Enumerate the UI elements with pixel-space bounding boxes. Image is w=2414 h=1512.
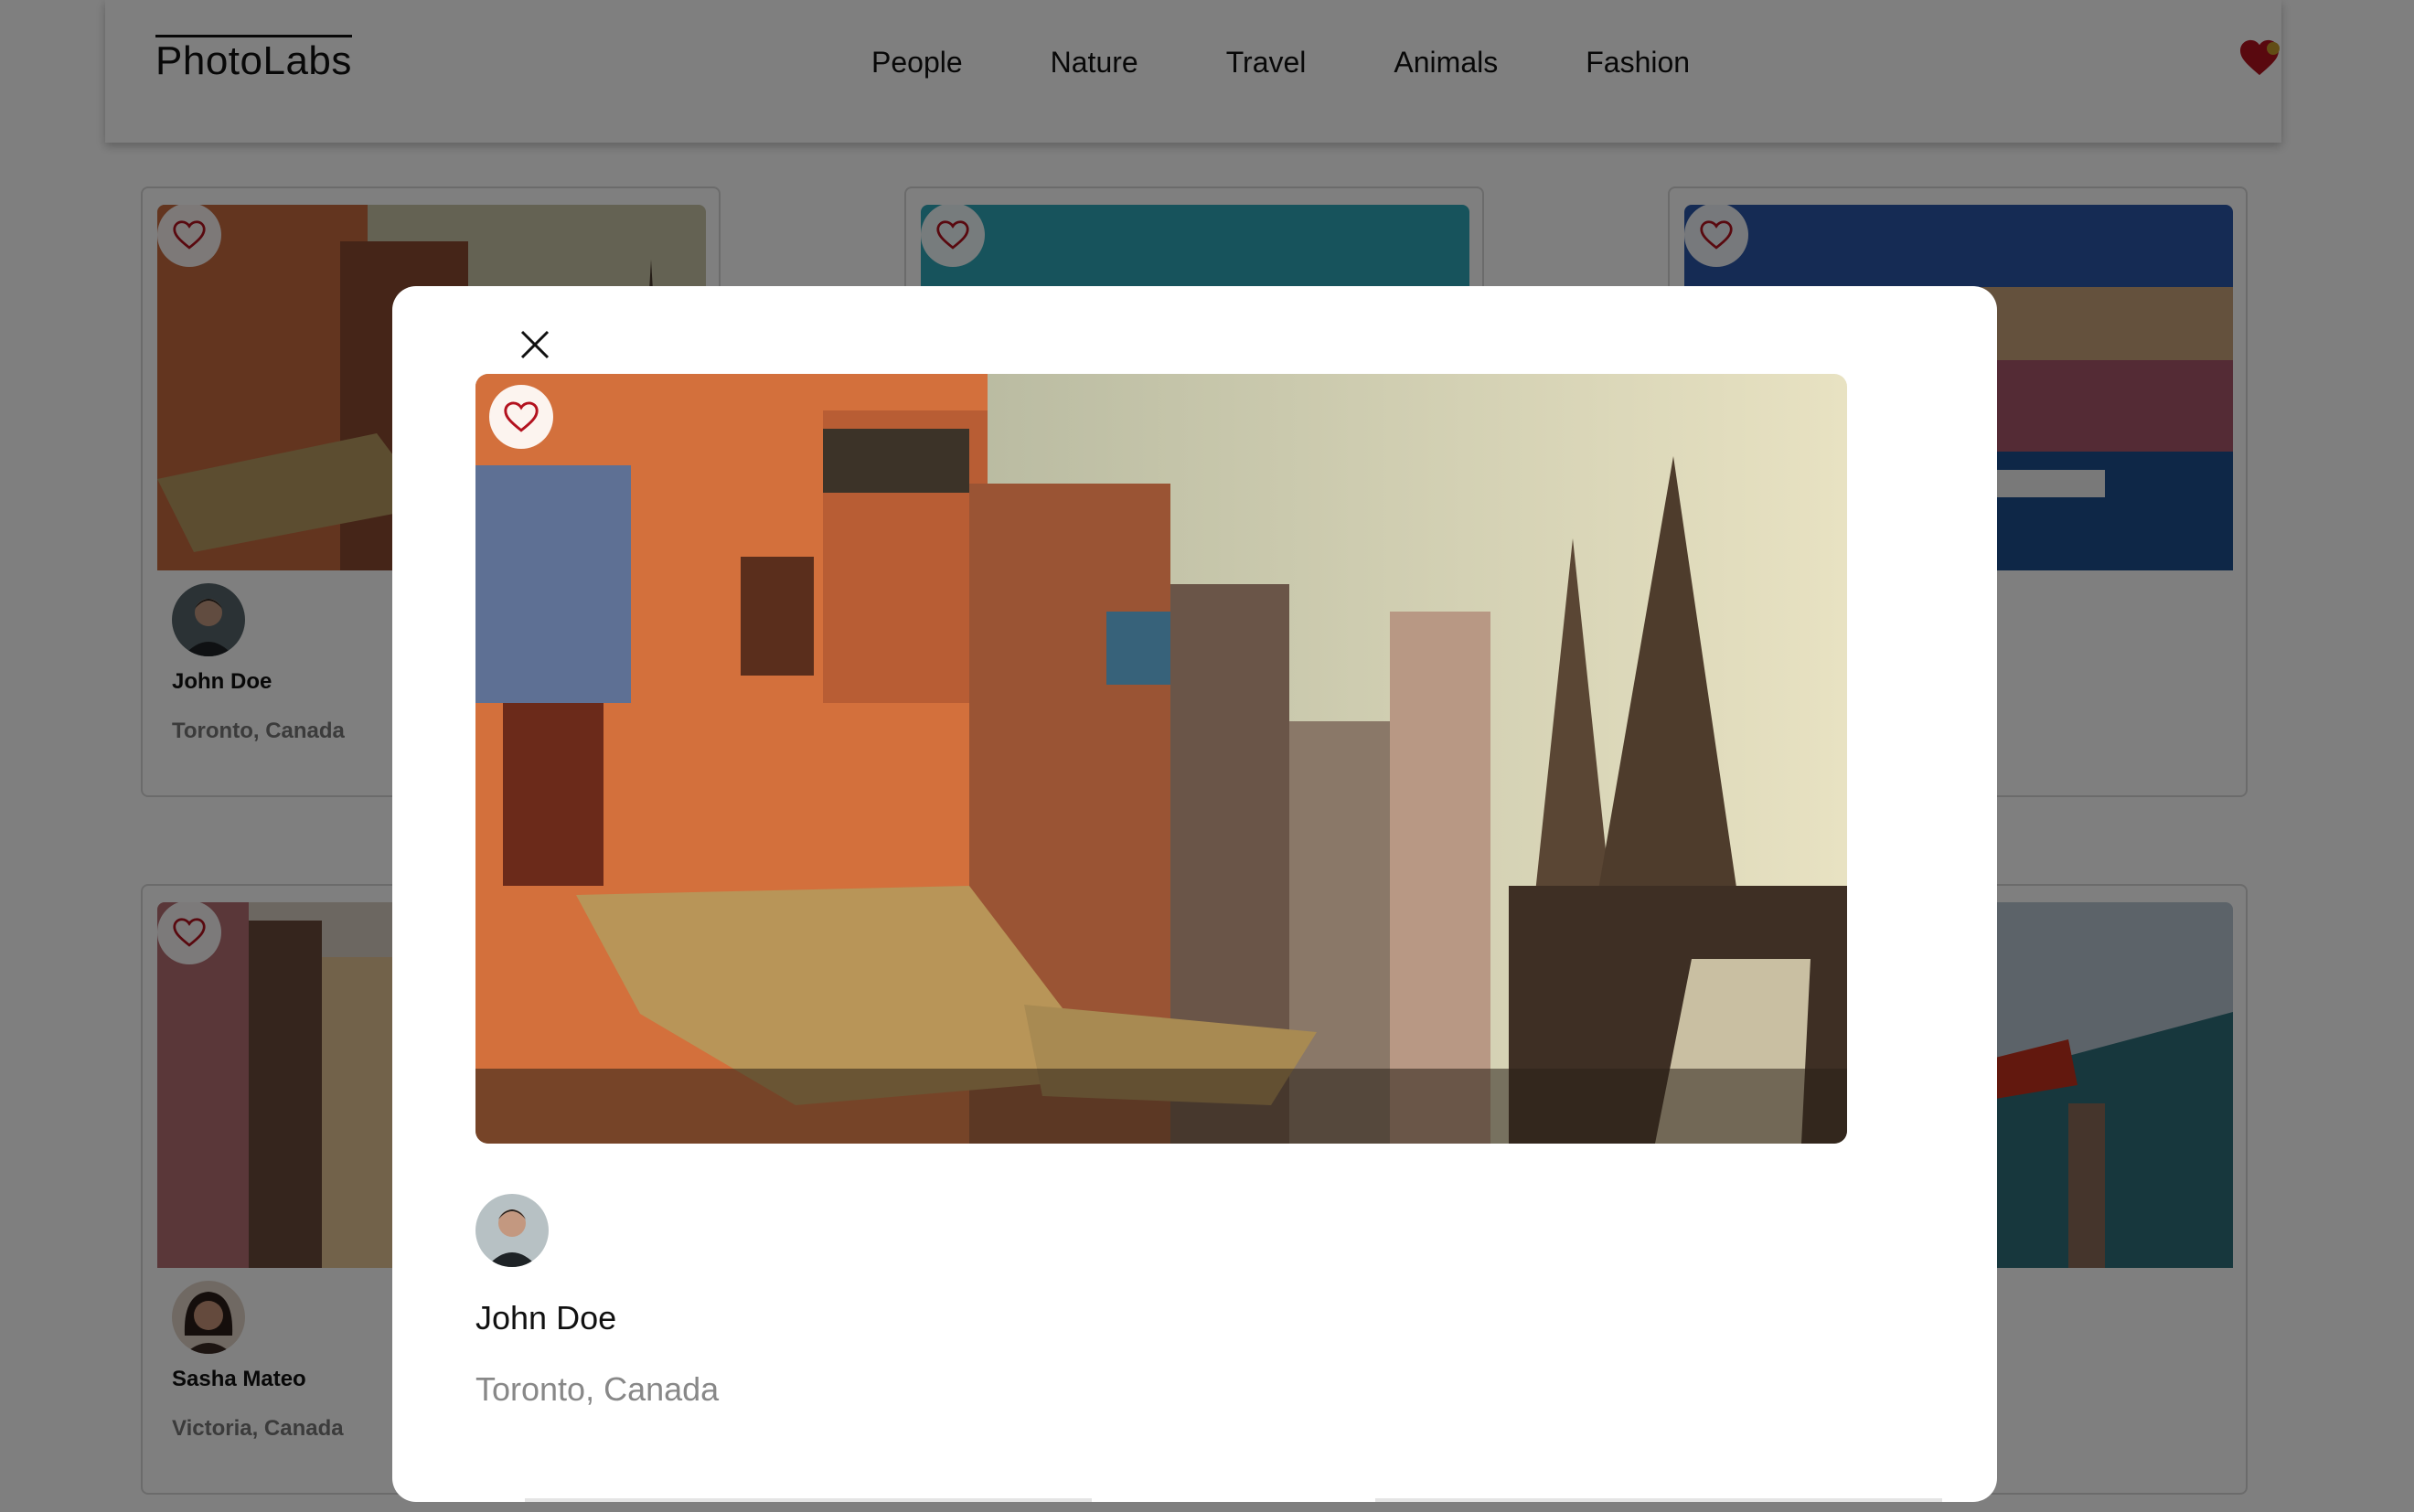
photolabs-page: PhotoLabs People Nature Travel Animals F…: [0, 0, 2414, 1512]
close-icon[interactable]: [513, 323, 557, 367]
photographer-name: John Doe: [475, 1299, 617, 1336]
photo-details-modal: John Doe Toronto, Canada: [392, 286, 1997, 1502]
avatar: [475, 1194, 549, 1267]
favorite-button[interactable]: [489, 385, 553, 449]
varanasi-street-photo: [475, 374, 1847, 1144]
similar-photos-divider: [525, 1498, 1092, 1502]
photographer-location: Toronto, Canada: [475, 1370, 720, 1408]
similar-photos-divider: [1375, 1498, 1942, 1502]
